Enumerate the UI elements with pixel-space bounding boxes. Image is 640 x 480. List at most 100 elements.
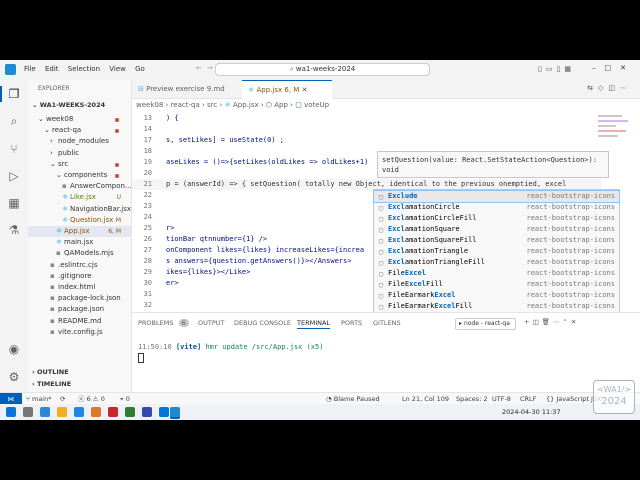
- toggle-sidebar-icon[interactable]: ▯: [538, 65, 546, 73]
- breadcrumb-voteup[interactable]: voteUp: [304, 101, 329, 109]
- taskbar-app-icon[interactable]: [40, 407, 50, 417]
- explorer-icon[interactable]: ❐: [7, 87, 21, 101]
- testing-icon[interactable]: ⚗: [7, 223, 21, 237]
- command-center-search[interactable]: ⌕ wa1-weeks-2024: [215, 63, 430, 76]
- menu-file[interactable]: File: [24, 65, 36, 73]
- suggestion-item[interactable]: ▢ FileExcelFill react-bootstrap-icons: [374, 279, 619, 290]
- tree-item[interactable]: ⌄ week08: [28, 114, 131, 125]
- tree-item[interactable]: ⌄ components: [28, 170, 131, 181]
- suggestion-item[interactable]: ▢ ExclamationSquareFill react-bootstrap-ic…: [374, 235, 619, 246]
- terminal-output[interactable]: 11:50:10 [vite] hmr update /src/App.jsx …: [138, 343, 323, 351]
- taskbar-app-icon[interactable]: [91, 407, 101, 417]
- nav-forward-icon[interactable]: →: [207, 64, 213, 72]
- minimize-icon[interactable]: –: [592, 64, 605, 72]
- menu-edit[interactable]: Edit: [45, 65, 59, 73]
- code-line[interactable]: 17 s, setLikes] = useState(0) ;: [132, 135, 602, 146]
- tree-item[interactable]: ⚛ main.jsx: [28, 237, 131, 248]
- windows-start-icon[interactable]: [6, 407, 16, 417]
- suggestion-match: Excel: [404, 269, 426, 277]
- tree-item[interactable]: › node_modules: [28, 136, 131, 147]
- tree-item[interactable]: ▪ AnswerCompon...: [28, 181, 132, 192]
- breadcrumb-app[interactable]: App: [274, 101, 288, 109]
- outline-section[interactable]: › OUTLINE: [32, 368, 69, 376]
- suggestion-rest: amationCircleFill: [404, 214, 477, 222]
- suggestion-item[interactable]: ▢ FileExcel react-bootstrap-icons: [374, 268, 619, 279]
- tree-item[interactable]: ▪ package.json: [28, 304, 131, 315]
- suggestion-item[interactable]: ▢ ExclamationCircleFill react-bootstrap-ic…: [374, 213, 619, 224]
- maximize-icon[interactable]: □: [605, 64, 621, 72]
- customize-layout-icon[interactable]: ▦: [564, 65, 575, 73]
- tree-item[interactable]: ⚛ App.jsx 6, M: [28, 226, 131, 237]
- tree-item[interactable]: ▪ package-lock.json: [28, 293, 131, 304]
- taskbar-app-icon[interactable]: [142, 407, 152, 417]
- tab-problems[interactable]: PROBLEMS 6: [138, 319, 189, 327]
- tree-item[interactable]: ▪ QAModels.mjs: [28, 248, 131, 259]
- taskbar-clock[interactable]: 2024-04-30 11:37: [502, 408, 561, 416]
- suggestion-item[interactable]: ▢ FileEarmarkExcel react-bootstrap-icons: [374, 290, 619, 301]
- tree-item[interactable]: ⌄ react-qa: [28, 125, 131, 136]
- more-actions-icon[interactable]: ⋯: [620, 84, 632, 92]
- toggle-panel-icon[interactable]: ▭: [546, 65, 557, 73]
- tree-item[interactable]: ▪ .eslintrc.cjs: [28, 260, 131, 271]
- explorer-root[interactable]: ⌄ WA1-WEEKS-2024: [32, 101, 105, 109]
- timeline-section[interactable]: › TIMELINE: [32, 380, 71, 388]
- menu-selection[interactable]: Selection: [68, 65, 100, 73]
- split-terminal-icon[interactable]: ◫: [532, 318, 541, 326]
- tab-app-jsx[interactable]: ⚛ App.jsx 6, M ✕: [242, 80, 332, 99]
- breadcrumb-week08[interactable]: week08: [136, 101, 163, 109]
- suggestion-item[interactable]: ▢ ExclamationCircle react-bootstrap-icons: [374, 202, 619, 213]
- suggestion-item[interactable]: ▢ Exclude react-bootstrap-icons: [373, 190, 620, 203]
- tree-item[interactable]: ⚛ NavigationBar.jsx: [28, 204, 131, 215]
- split-editor-icon[interactable]: ◫: [608, 84, 620, 92]
- tab-terminal[interactable]: TERMINAL: [297, 319, 331, 329]
- breadcrumb-src[interactable]: src: [207, 101, 217, 109]
- tree-item[interactable]: ▪ README.md: [28, 316, 131, 327]
- tree-item[interactable]: ⚛ Question.jsx M: [28, 215, 131, 226]
- account-icon[interactable]: ◉: [7, 342, 21, 356]
- maximize-panel-icon[interactable]: ⌃: [562, 318, 570, 326]
- code-line[interactable]: 13) {: [132, 113, 602, 124]
- menu-view[interactable]: View: [109, 65, 126, 73]
- nav-back-icon[interactable]: ←: [196, 64, 202, 72]
- taskbar-app-icon[interactable]: [125, 407, 135, 417]
- tree-item[interactable]: ⌄ src: [28, 159, 131, 170]
- terminal-selector[interactable]: ▸ node - react-qa: [455, 318, 516, 330]
- tree-item[interactable]: ▪ index.html: [28, 282, 131, 293]
- suggestion-item[interactable]: ▢ ExclamationSquare react-bootstrap-icons: [374, 224, 619, 235]
- code-line[interactable]: 14: [132, 124, 602, 135]
- tab-ports[interactable]: PORTS: [341, 319, 362, 327]
- run-debug-icon[interactable]: ▷: [7, 169, 21, 183]
- tab-preview-exercise[interactable]: ⊟ Preview exercise 9.md: [132, 80, 244, 98]
- search-icon[interactable]: ⌕: [7, 114, 21, 128]
- taskbar-vscode-icon[interactable]: [170, 407, 180, 419]
- taskbar-app-icon[interactable]: [108, 407, 118, 417]
- compare-icon[interactable]: ⇆: [587, 84, 598, 92]
- suggestion-item[interactable]: ▢ FileEarmarkExcelFill react-bootstrap-ico…: [374, 301, 619, 312]
- taskbar-app-icon[interactable]: [57, 407, 67, 417]
- tree-item[interactable]: › public: [28, 148, 131, 159]
- taskbar-app-icon[interactable]: [159, 407, 169, 417]
- extensions-icon[interactable]: ▦: [7, 196, 21, 210]
- settings-gear-icon[interactable]: ⚙: [7, 370, 21, 384]
- menu-go[interactable]: Go: [135, 65, 145, 73]
- file-icon: ▪: [50, 260, 55, 269]
- tree-item[interactable]: ▪ vite.config.js: [28, 327, 131, 338]
- suggestion-item[interactable]: ▢ ExclamationTriangle react-bootstrap-icon…: [374, 246, 619, 257]
- trash-icon[interactable]: 🗑: [542, 318, 553, 326]
- tab-debug-console[interactable]: DEBUG CONSOLE: [234, 319, 291, 327]
- suggestion-item[interactable]: ▢ ExclamationTriangleFill react-bootstrap-…: [374, 257, 619, 268]
- taskbar-app-icon[interactable]: [23, 407, 33, 417]
- breadcrumb-app-jsx[interactable]: App.jsx: [233, 101, 259, 109]
- breadcrumb-react-qa[interactable]: react-qa: [171, 101, 200, 109]
- tree-item[interactable]: ▪ .gitignore: [28, 271, 131, 282]
- close-panel-icon[interactable]: ✕: [571, 318, 579, 326]
- tree-item[interactable]: ⚛ Like.jsx U: [28, 192, 131, 203]
- git-icon[interactable]: ◇: [598, 84, 608, 92]
- tab-output[interactable]: OUTPUT: [198, 319, 225, 327]
- more-icon[interactable]: ⋯: [553, 318, 563, 326]
- tab-close-icon[interactable]: ✕: [302, 86, 308, 94]
- tab-gitlens[interactable]: GITLENS: [373, 319, 401, 327]
- taskbar-app-icon[interactable]: [74, 407, 84, 417]
- close-icon[interactable]: ✕: [620, 64, 635, 72]
- source-control-icon[interactable]: ⑂: [7, 142, 21, 156]
